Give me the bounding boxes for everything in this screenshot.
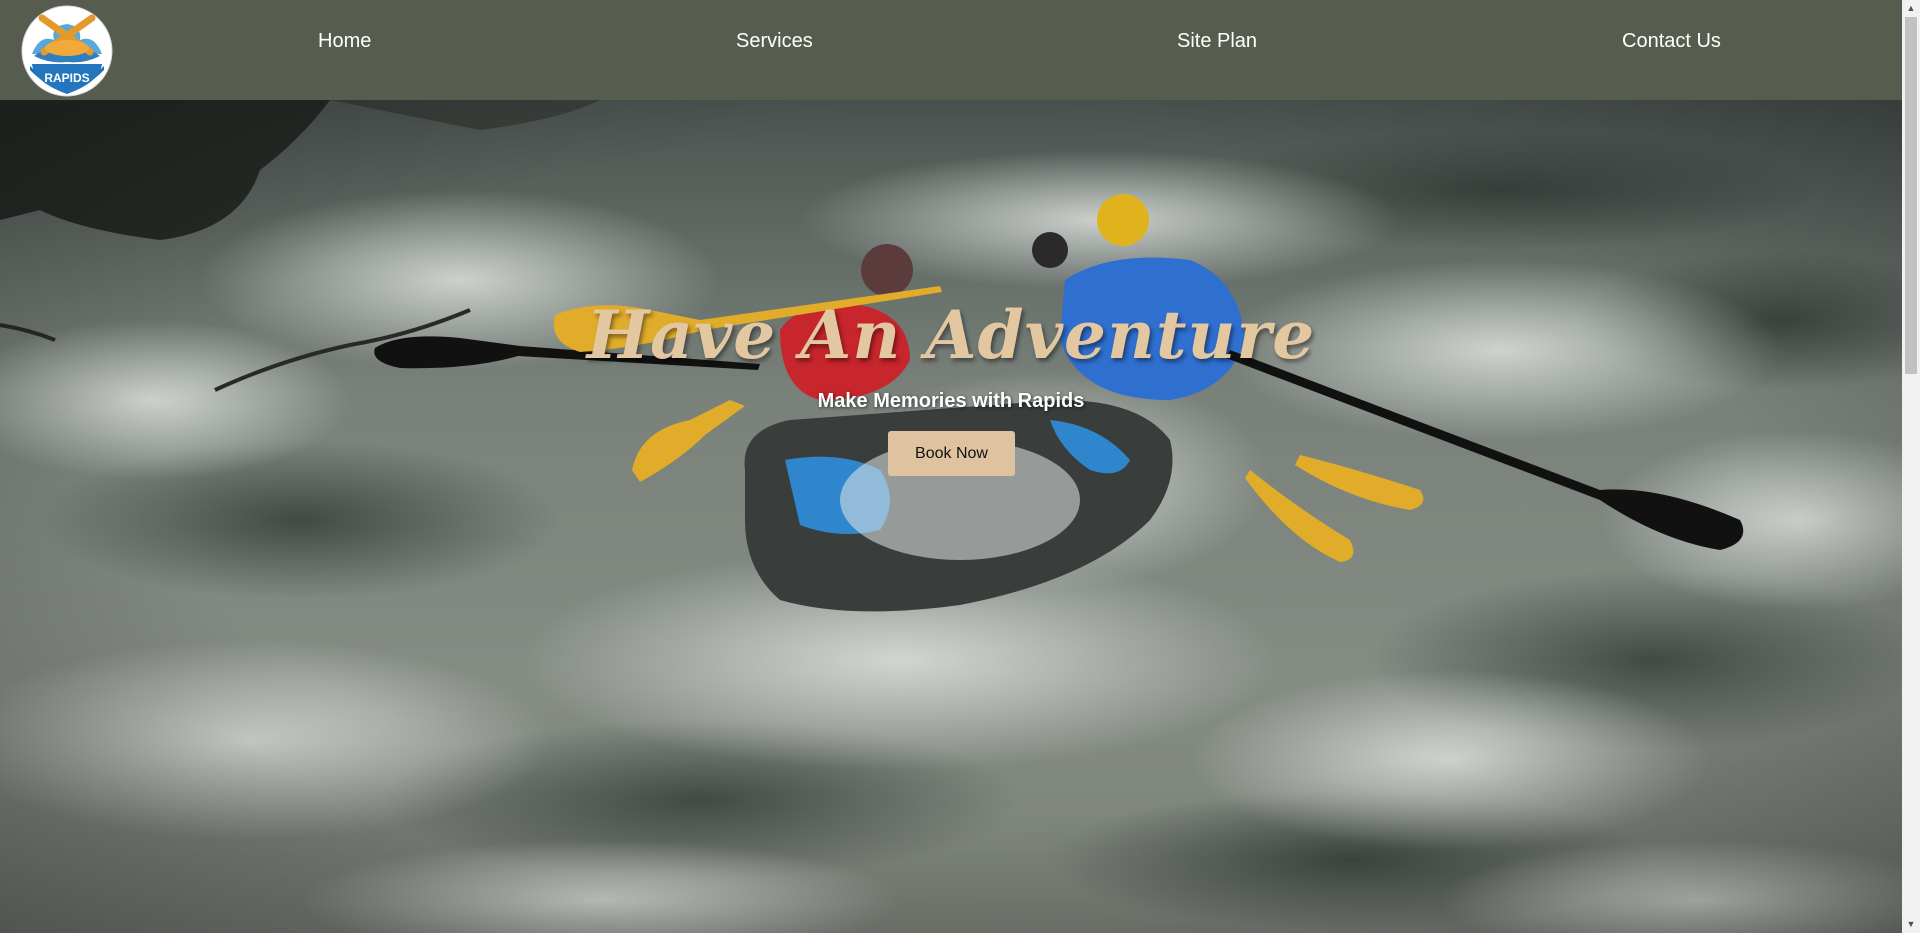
scroll-up-arrow-icon[interactable]: ▲ [1902, 0, 1920, 17]
book-now-button[interactable]: Book Now [888, 431, 1015, 476]
nav-link-home[interactable]: Home [318, 30, 371, 53]
hero-title: Have An Adventure [586, 296, 1316, 375]
vertical-scrollbar[interactable]: ▲ ▼ [1902, 0, 1920, 933]
scroll-down-arrow-icon[interactable]: ▼ [1902, 916, 1920, 933]
nav-link-site-plan[interactable]: Site Plan [1177, 30, 1257, 53]
top-navbar: RAPIDS Home Services Site Plan Contact U… [0, 0, 1902, 100]
hero-section: Have An Adventure Make Memories with Rap… [0, 100, 1902, 933]
nav-link-services[interactable]: Services [736, 30, 813, 53]
logo-text: RAPIDS [44, 71, 89, 85]
page: RAPIDS Home Services Site Plan Contact U… [0, 0, 1920, 933]
hero-subtitle: Make Memories with Rapids [817, 390, 1085, 412]
nav-link-contact-us[interactable]: Contact Us [1622, 30, 1721, 53]
scrollbar-thumb[interactable] [1905, 17, 1917, 374]
rapids-logo[interactable]: RAPIDS [20, 4, 114, 98]
hero-rafting-image [0, 100, 1902, 933]
